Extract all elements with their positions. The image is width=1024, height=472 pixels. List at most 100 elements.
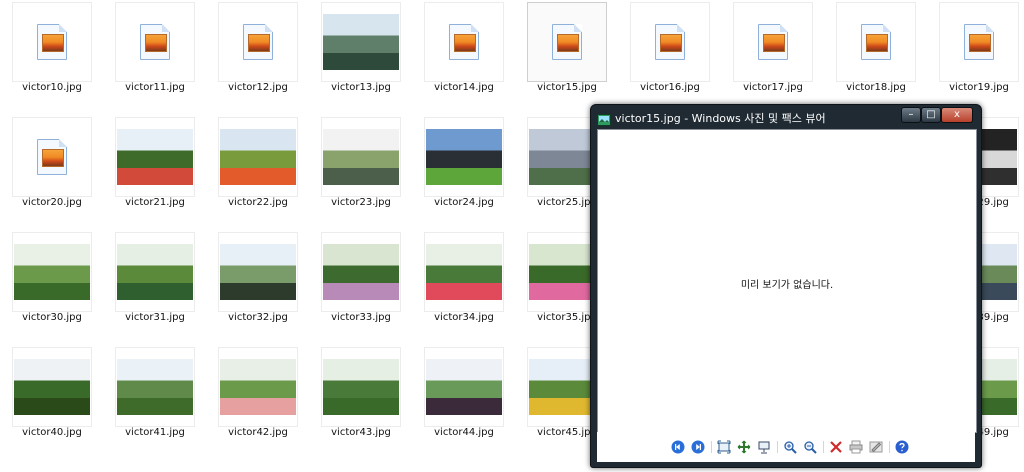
file-item[interactable]: victor11.jpg	[103, 2, 207, 117]
next-image-icon[interactable]	[691, 440, 705, 454]
thumbnail[interactable]	[733, 2, 813, 82]
file-name-label: victor44.jpg	[434, 427, 494, 438]
file-item[interactable]: victor24.jpg	[412, 117, 516, 232]
file-item[interactable]: victor23.jpg	[309, 117, 413, 232]
file-item[interactable]: victor40.jpg	[0, 347, 104, 462]
file-item[interactable]: victor32.jpg	[206, 232, 310, 347]
thumbnail[interactable]	[12, 347, 92, 427]
file-item[interactable]: victor30.jpg	[0, 232, 104, 347]
actual-size-icon[interactable]	[737, 440, 751, 454]
thumbnail[interactable]	[424, 347, 504, 427]
file-name-label: victor23.jpg	[331, 197, 391, 208]
edit-icon[interactable]	[869, 440, 883, 454]
file-item[interactable]: victor17.jpg	[721, 2, 825, 117]
photo-thumbnail	[14, 359, 90, 415]
file-name-label: victor16.jpg	[640, 82, 700, 93]
file-name-label: victor22.jpg	[228, 197, 288, 208]
thumbnail[interactable]	[321, 117, 401, 197]
photo-thumbnail	[426, 359, 502, 415]
no-preview-message: 미리 보기가 없습니다.	[740, 280, 834, 291]
previous-image-icon[interactable]	[671, 440, 685, 454]
photo-thumbnail	[220, 244, 296, 300]
photo-thumbnail	[117, 129, 193, 185]
thumbnail[interactable]	[939, 2, 1019, 82]
file-name-label: victor33.jpg	[331, 312, 391, 323]
thumbnail[interactable]	[321, 2, 401, 82]
thumbnail[interactable]	[115, 232, 195, 312]
slideshow-icon[interactable]	[757, 440, 771, 454]
image-file-icon	[655, 24, 685, 60]
thumbnail[interactable]	[836, 2, 916, 82]
file-name-label: victor32.jpg	[228, 312, 288, 323]
file-name-label: victor20.jpg	[22, 197, 82, 208]
file-item[interactable]: victor18.jpg	[824, 2, 928, 117]
photo-thumbnail	[220, 129, 296, 185]
file-item[interactable]: victor44.jpg	[412, 347, 516, 462]
file-item[interactable]: victor10.jpg	[0, 2, 104, 117]
thumbnail[interactable]	[115, 2, 195, 82]
image-file-icon	[140, 24, 170, 60]
file-name-label: victor41.jpg	[125, 427, 185, 438]
file-name-label: victor43.jpg	[331, 427, 391, 438]
photo-thumbnail	[117, 244, 193, 300]
file-item[interactable]: victor31.jpg	[103, 232, 207, 347]
image-file-icon	[758, 24, 788, 60]
thumbnail[interactable]	[115, 117, 195, 197]
close-button[interactable]: x	[941, 107, 973, 123]
toolbar-separator	[889, 441, 890, 453]
thumbnail[interactable]	[321, 232, 401, 312]
thumbnail[interactable]	[12, 232, 92, 312]
thumbnail[interactable]	[12, 2, 92, 82]
image-file-icon	[37, 24, 67, 60]
file-item[interactable]: victor21.jpg	[103, 117, 207, 232]
file-name-label: victor15.jpg	[537, 82, 597, 93]
file-name-label: victor40.jpg	[22, 427, 82, 438]
file-name-label: victor12.jpg	[228, 82, 288, 93]
thumbnail[interactable]	[424, 2, 504, 82]
thumbnail[interactable]	[630, 2, 710, 82]
thumbnail[interactable]	[218, 2, 298, 82]
file-item[interactable]: victor12.jpg	[206, 2, 310, 117]
window-title: victor15.jpg - Windows 사진 및 팩스 뷰어	[615, 112, 826, 125]
thumbnail[interactable]	[424, 232, 504, 312]
help-icon[interactable]	[895, 440, 909, 454]
file-item[interactable]: victor33.jpg	[309, 232, 413, 347]
photo-thumbnail	[14, 244, 90, 300]
thumbnail[interactable]	[527, 2, 607, 82]
file-name-label: victor21.jpg	[125, 197, 185, 208]
file-name-label: victor42.jpg	[228, 427, 288, 438]
thumbnail[interactable]	[218, 117, 298, 197]
file-item[interactable]: victor42.jpg	[206, 347, 310, 462]
title-bar[interactable]: victor15.jpg - Windows 사진 및 팩스 뷰어 – □ x	[591, 105, 981, 129]
zoom-out-icon[interactable]	[803, 440, 817, 454]
image-file-icon	[449, 24, 479, 60]
photo-viewer-app-icon	[597, 111, 611, 126]
zoom-in-icon[interactable]	[783, 440, 797, 454]
minimize-button[interactable]: –	[901, 107, 921, 123]
maximize-button[interactable]: □	[921, 107, 941, 123]
print-icon[interactable]	[849, 440, 863, 454]
file-item[interactable]: victor16.jpg	[618, 2, 722, 117]
thumbnail[interactable]	[218, 347, 298, 427]
file-name-label: victor31.jpg	[125, 312, 185, 323]
file-item[interactable]: victor41.jpg	[103, 347, 207, 462]
file-item[interactable]: victor15.jpg	[515, 2, 619, 117]
thumbnail[interactable]	[218, 232, 298, 312]
file-item[interactable]: victor34.jpg	[412, 232, 516, 347]
file-item[interactable]: victor22.jpg	[206, 117, 310, 232]
thumbnail[interactable]	[321, 347, 401, 427]
image-preview-area: 미리 보기가 없습니다.	[597, 129, 977, 433]
thumbnail[interactable]	[115, 347, 195, 427]
file-item[interactable]: victor20.jpg	[0, 117, 104, 232]
file-name-label: victor17.jpg	[743, 82, 803, 93]
file-item[interactable]: victor43.jpg	[309, 347, 413, 462]
file-item[interactable]: victor19.jpg	[927, 2, 1024, 117]
photo-thumbnail	[323, 129, 399, 185]
photo-thumbnail	[220, 359, 296, 415]
best-fit-icon[interactable]	[717, 440, 731, 454]
delete-icon[interactable]	[829, 440, 843, 454]
file-item[interactable]: victor14.jpg	[412, 2, 516, 117]
thumbnail[interactable]	[424, 117, 504, 197]
thumbnail[interactable]	[12, 117, 92, 197]
file-item[interactable]: victor13.jpg	[309, 2, 413, 117]
